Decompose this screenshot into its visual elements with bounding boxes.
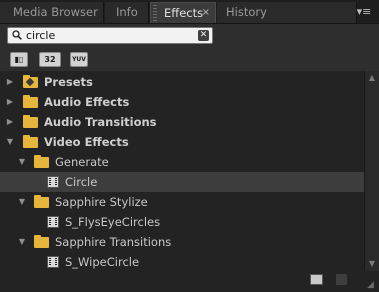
search-toolbar: ✕ ▮▯ 32 YUV [0, 24, 379, 76]
yuv-effects-icon[interactable]: YUV [70, 52, 88, 67]
tree-item-label: Sapphire Stylize [55, 195, 148, 209]
tree-item-label: Sapphire Transitions [55, 235, 172, 249]
tab-label: Effects [164, 6, 204, 20]
collapse-triangle-icon[interactable]: ▼ [5, 132, 15, 152]
tab-media-browser[interactable]: Media Browser [0, 2, 104, 23]
tree-item-label: Audio Transitions [44, 115, 157, 129]
folder-icon [23, 115, 38, 128]
search-icon [12, 30, 22, 40]
panel-tab-bar: Media Browser Info Effects × History ▾≡ [0, 0, 379, 24]
tree-item-s-wipecircle[interactable]: S_WipeCircle [0, 252, 364, 272]
tab-effects[interactable]: Effects × [150, 2, 216, 23]
folder-icon [34, 155, 49, 168]
video-effect-icon [47, 216, 59, 228]
tab-label: Media Browser [13, 5, 98, 19]
tree-item-label: Presets [44, 75, 93, 89]
expand-triangle-icon[interactable]: ▶ [5, 92, 15, 112]
effects-tree: ▶ Presets ▶ Audio Effects ▶ Audio Transi… [0, 71, 364, 271]
collapse-triangle-icon[interactable]: ▼ [17, 192, 27, 212]
vertical-scrollbar[interactable]: ▲ ▼ [364, 71, 379, 271]
tree-item-presets[interactable]: ▶ Presets [0, 72, 364, 92]
search-box[interactable]: ✕ [7, 27, 213, 44]
new-custom-bin-icon[interactable] [310, 274, 323, 285]
scroll-up-icon[interactable]: ▲ [365, 71, 379, 85]
tab-history[interactable]: History [217, 2, 357, 23]
resize-grip-icon[interactable]: ◢ [367, 280, 377, 290]
tree-item-audio-transitions[interactable]: ▶ Audio Transitions [0, 112, 364, 132]
video-effect-icon [47, 256, 59, 268]
collapse-triangle-icon[interactable]: ▼ [17, 232, 27, 252]
tree-item-label: S_WipeCircle [65, 255, 140, 269]
presets-folder-icon [23, 75, 38, 88]
tree-item-circle[interactable]: Circle [0, 172, 364, 192]
tree-item-generate[interactable]: ▼ Generate [0, 152, 364, 172]
expand-triangle-icon[interactable]: ▶ [5, 72, 15, 92]
folder-icon [34, 235, 49, 248]
folder-icon [23, 135, 38, 148]
expand-triangle-icon[interactable]: ▶ [5, 112, 15, 132]
tree-item-sapphire-stylize[interactable]: ▼ Sapphire Stylize [0, 192, 364, 212]
accelerated-effects-icon[interactable]: ▮▯ [10, 52, 28, 67]
panel-footer: ◢ [0, 271, 379, 292]
tree-item-sapphire-transitions[interactable]: ▼ Sapphire Transitions [0, 232, 364, 252]
scroll-down-icon[interactable]: ▼ [365, 257, 379, 271]
tree-item-label: Generate [55, 155, 109, 169]
panel-menu-icon[interactable]: ▾≡ [353, 4, 375, 20]
delete-icon[interactable] [336, 274, 347, 285]
search-input[interactable] [26, 28, 196, 43]
32-bit-effects-icon[interactable]: 32 [39, 52, 61, 67]
folder-icon [23, 95, 38, 108]
clear-search-icon[interactable]: ✕ [198, 30, 209, 41]
tree-item-s-flyseyecircles[interactable]: S_FlysEyeCircles [0, 212, 364, 232]
collapse-triangle-icon[interactable]: ▼ [17, 152, 27, 172]
close-tab-icon[interactable]: × [202, 3, 210, 23]
folder-icon [34, 195, 49, 208]
video-effect-icon [47, 176, 59, 188]
tab-info[interactable]: Info [105, 2, 149, 23]
tree-item-audio-effects[interactable]: ▶ Audio Effects [0, 92, 364, 112]
tree-item-label: Circle [65, 175, 98, 189]
tree-item-label: S_FlysEyeCircles [65, 215, 161, 229]
tab-label: History [226, 5, 267, 19]
tab-label: Info [116, 5, 138, 19]
tree-item-label: Audio Effects [44, 95, 130, 109]
tree-item-video-effects[interactable]: ▼ Video Effects [0, 132, 364, 152]
tree-item-label: Video Effects [44, 135, 129, 149]
